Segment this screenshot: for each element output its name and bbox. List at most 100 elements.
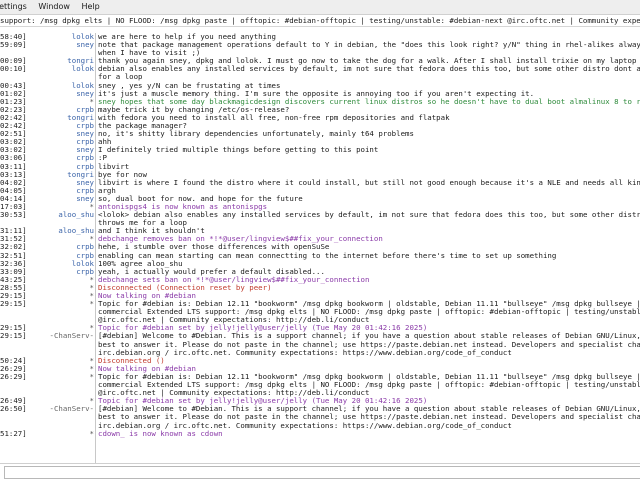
message-text: [#debian] Welcome to #Debian. This is a … bbox=[98, 405, 640, 414]
nick: * bbox=[89, 299, 94, 309]
nick[interactable]: aloo_shu bbox=[58, 210, 94, 219]
message-text: enabling can mean starting can mean conn… bbox=[98, 251, 557, 260]
message-text: antonispgs4 is now known as antonispgs bbox=[98, 202, 268, 211]
message-text: no, it's shitty library dependencies unf… bbox=[98, 130, 414, 139]
nick[interactable]: -ChanServ- bbox=[50, 405, 95, 413]
input-bar bbox=[0, 463, 640, 481]
chat-line: 32:36] lolok 100% agree aloo_shu bbox=[0, 259, 640, 268]
chat-line: 58:40] lolok we are here to help if you ne… bbox=[0, 33, 640, 41]
chat-line: 17:03] * antonispgs4 is now known as anton… bbox=[0, 202, 640, 211]
message-text: :P bbox=[98, 154, 107, 163]
message-text: cdown_ is now known as cdown bbox=[98, 429, 223, 438]
chat-line: 29:15] * Now talking on #debian bbox=[0, 291, 640, 300]
chat-line: 29:15] * Topic for #debian is: Debian 12.1… bbox=[0, 299, 640, 309]
chat-line: 26:50] -ChanServ- [#debian] Welcome to #De… bbox=[0, 405, 640, 413]
message-text: hehe, i stumble over those differences w… bbox=[98, 243, 330, 252]
timestamp: 26:29] bbox=[0, 371, 27, 381]
message-text: ahh bbox=[98, 138, 112, 147]
chat-line: @irc.oftc.net | Community expectations: … bbox=[0, 316, 640, 324]
message-text: best to answer it. Please do not paste i… bbox=[98, 340, 640, 349]
chat-line: 32:51] crpb enabling can mean starting can… bbox=[0, 251, 640, 260]
message-text: irc.debian.org / irc.oftc.net. Community… bbox=[98, 421, 512, 430]
menu-help[interactable]: Help bbox=[77, 0, 104, 11]
chat-line: 02:42] crpb the package manager? bbox=[0, 121, 640, 131]
message-text: Now talking on #debian bbox=[98, 292, 196, 300]
chat-line: @irc.oftc.net | Community expectations: … bbox=[0, 389, 640, 397]
chat-line: 43:25] * debchange sets ban on *!*@user/li… bbox=[0, 275, 640, 284]
message-text: the package manager? bbox=[98, 122, 187, 131]
message-text: @irc.oftc.net | Community expectations: … bbox=[98, 316, 370, 325]
chat-line: 03:02] crpb ahh bbox=[0, 138, 640, 146]
nick[interactable]: -ChanServ- bbox=[50, 332, 95, 340]
chat-line: 02:23] crpb maybe trick it by changing /et… bbox=[0, 105, 640, 114]
message-text: we are here to help if you need anything bbox=[98, 33, 276, 41]
menu-settings[interactable]: Settings bbox=[0, 0, 32, 11]
message-text: with fedora you need to install all free… bbox=[98, 113, 450, 122]
message-text: sney , yes y/N can be frustating at time… bbox=[98, 81, 281, 90]
chat-line: 02:42] tongri with fedora you need to inst… bbox=[0, 113, 640, 122]
chat-line: 59:09] sney note that package management o… bbox=[0, 40, 640, 50]
chat-log[interactable]: 58:40] lolok we are here to help if you ne… bbox=[0, 33, 640, 463]
chat-line: commercial Extended LTS support: /msg dp… bbox=[0, 381, 640, 389]
chat-line: irc.debian.org / irc.oftc.net. Community… bbox=[0, 349, 640, 357]
chat-line: 03:13] tongri bye for now bbox=[0, 170, 640, 179]
message-text: commercial Extended LTS support: /msg dp… bbox=[98, 381, 640, 390]
message-text: irc.debian.org / irc.oftc.net. Community… bbox=[98, 348, 512, 357]
chat-line: 04:02] sney libvirt is where I found the d… bbox=[0, 178, 640, 187]
message-text: [#debian] Welcome to #Debian. This is a … bbox=[98, 332, 640, 341]
message-text: maybe trick it by changing /etc/os-relea… bbox=[98, 105, 290, 114]
channel-topic[interactable]: support: /msg dpkg elts | NO FLOOD: /msg… bbox=[0, 15, 640, 27]
message-text: Topic for #debian is: Debian 12.11 "book… bbox=[98, 300, 640, 309]
chat-line: throws me for a loop bbox=[0, 219, 640, 227]
chat-line: commercial Extended LTS support: /msg dp… bbox=[0, 308, 640, 316]
message-text: Disconnected (Connection reset by peer) bbox=[98, 283, 272, 292]
chat-line: when I have to visit ;) bbox=[0, 49, 640, 57]
timestamp: 00:10] bbox=[0, 64, 27, 74]
chat-line: 01:23] * sney hopes that some day blackmag… bbox=[0, 97, 640, 106]
chat-line: 30:53] aloo_shu <lolok> debian also enable… bbox=[0, 210, 640, 220]
chat-line: 03:02] sney I definitely tried multiple th… bbox=[0, 146, 640, 154]
nick: * bbox=[89, 371, 94, 381]
chat-line: 33:09] crpb yeah, i actually would prefer … bbox=[0, 267, 640, 276]
chat-line: 00:10] lolok debian also enables any insta… bbox=[0, 65, 640, 73]
chat-line: best to answer it. Please do not paste i… bbox=[0, 413, 640, 421]
message-text: Topic for #debian is: Debian 12.11 "book… bbox=[98, 372, 640, 381]
message-text: debchange removes ban on *!*@user/lingvi… bbox=[98, 235, 383, 244]
message-text: libvirt is where I found the distro wher… bbox=[98, 178, 640, 187]
nick[interactable]: sney bbox=[76, 40, 94, 49]
nick[interactable]: lolok bbox=[72, 65, 94, 73]
message-text: bye for now bbox=[98, 170, 147, 179]
timestamp: 59:09] bbox=[0, 40, 27, 50]
message-text: sney hopes that some day blackmagicdesig… bbox=[98, 97, 640, 106]
chat-line: 26:49] * Topic for #debian set by jelly!je… bbox=[0, 397, 640, 405]
message-text: best to answer it. Please do not paste i… bbox=[98, 413, 640, 422]
message-text: so, dual boot for now. and hope for the … bbox=[98, 194, 303, 203]
message-text: I definitely tried multiple things befor… bbox=[98, 146, 379, 155]
message-text: <lolok> debian also enables any installe… bbox=[98, 211, 640, 220]
chat-line: 01:02] sney it's just a muscle memory thin… bbox=[0, 89, 640, 98]
message-text: note that package management operations … bbox=[98, 41, 640, 50]
chat-line: 00:09] tongri thank you again sney, dpkg a… bbox=[0, 57, 640, 65]
message-text: libvirt bbox=[98, 162, 130, 171]
chat-line: 28:55] * Disconnected (Connection reset by… bbox=[0, 283, 640, 292]
nick[interactable]: aloo_shu bbox=[58, 227, 94, 235]
nick: * bbox=[89, 428, 94, 438]
chat-line: 51:27] * cdown_ is now known as cdown bbox=[0, 428, 640, 438]
message-text: Disconnected () bbox=[98, 356, 165, 365]
chat-line: 03:11] crpb libvirt bbox=[0, 162, 640, 171]
menu-window[interactable]: Window bbox=[34, 0, 75, 11]
message-text: yeah, i actually would prefer a default … bbox=[98, 267, 325, 276]
message-text: throws me for a loop bbox=[98, 219, 187, 228]
chat-line: 50:24] * Disconnected () bbox=[0, 356, 640, 365]
timestamp: 30:53] bbox=[0, 210, 27, 220]
message-text: for a loop bbox=[98, 73, 143, 82]
message-text: Now talking on #debian bbox=[98, 364, 196, 373]
chat-line: 04:14] sney so, dual boot for now. and hop… bbox=[0, 194, 640, 203]
message-text: argh bbox=[98, 186, 116, 195]
message-text: @irc.oftc.net | Community expectations: … bbox=[98, 389, 370, 398]
chat-line: best to answer it. Please do not paste i… bbox=[0, 341, 640, 349]
chat-line: 29:15] * Topic for #debian set by jelly!je… bbox=[0, 324, 640, 332]
message-input[interactable] bbox=[4, 466, 640, 479]
chat-line: 31:52] * debchange removes ban on *!*@user… bbox=[0, 235, 640, 243]
message-text: debian also enables any installed servic… bbox=[98, 65, 640, 74]
